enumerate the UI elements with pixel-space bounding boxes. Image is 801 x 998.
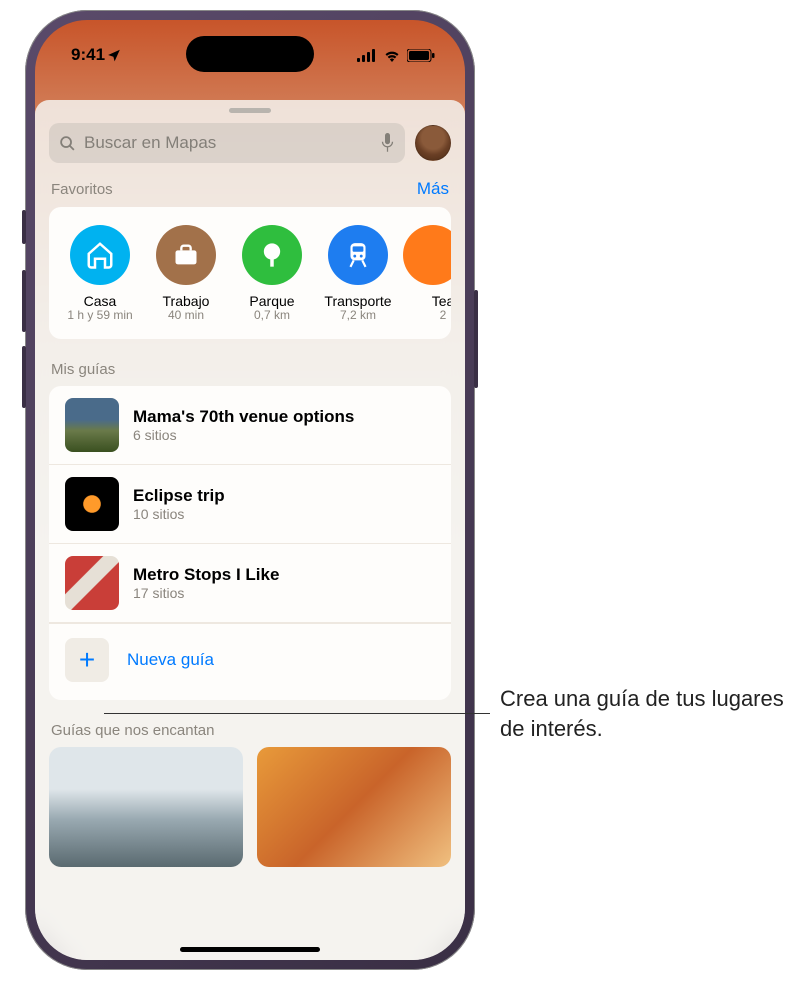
new-guide-label: Nueva guía [127,650,214,670]
briefcase-icon [156,225,216,285]
masks-icon [403,225,451,285]
plus-icon: + [65,638,109,682]
guide-thumbnail [65,477,119,531]
phone-frame: 9:41 Buscar en Mapas Favoritos [25,10,475,970]
search-icon [59,135,76,152]
favorite-partial[interactable]: Tea 2 [403,225,451,323]
favorite-sub: 7,2 km [340,309,376,323]
callout-line [104,713,490,714]
loved-guide-tile[interactable] [257,747,451,867]
status-time: 9:41 [71,45,105,65]
home-indicator[interactable] [180,947,320,952]
favorites-row[interactable]: Casa 1 h y 59 min Trabajo 40 min [49,207,451,339]
favorites-card: Casa 1 h y 59 min Trabajo 40 min [49,207,451,339]
new-guide-button[interactable]: + Nueva guía [49,623,451,700]
favorites-more-button[interactable]: Más [417,179,449,199]
volume-up-button [22,270,26,332]
favorites-header: Favoritos Más [49,179,451,207]
wifi-icon [383,49,401,62]
silent-switch [22,210,26,244]
favorite-label: Casa [84,293,117,309]
guide-subtitle: 6 sitios [133,427,354,443]
search-sheet: Buscar en Mapas Favoritos Más Casa 1 h [35,100,465,960]
favorite-label: Trabajo [163,293,210,309]
loved-title: Guías que nos encantan [51,722,214,739]
favorite-work[interactable]: Trabajo 40 min [145,225,227,323]
favorites-title: Favoritos [51,181,113,198]
loved-header: Guías que nos encantan [49,722,451,747]
guide-item[interactable]: Metro Stops I Like 17 sitios [49,544,451,623]
guide-title: Eclipse trip [133,486,225,506]
train-icon [328,225,388,285]
favorite-sub: 40 min [168,309,204,323]
phone-screen: 9:41 Buscar en Mapas Favoritos [35,20,465,960]
home-icon [70,225,130,285]
favorite-label: Parque [249,293,294,309]
guide-thumbnail [65,556,119,610]
battery-icon [407,49,435,62]
search-placeholder: Buscar en Mapas [84,133,372,153]
volume-down-button [22,346,26,408]
favorite-label: Transporte [324,293,391,309]
favorite-park[interactable]: Parque 0,7 km [231,225,313,323]
search-input[interactable]: Buscar en Mapas [49,123,405,163]
sheet-grabber[interactable] [229,108,271,113]
cellular-icon [357,49,377,62]
tree-icon [242,225,302,285]
guide-thumbnail [65,398,119,452]
callout-text: Crea una guía de tus lugares de interés. [500,684,790,743]
favorite-sub: 0,7 km [254,309,290,323]
guide-title: Mama's 70th venue options [133,407,354,427]
side-button [474,290,478,388]
guides-header: Mis guías [49,361,451,386]
guide-subtitle: 10 sitios [133,506,225,522]
location-arrow-icon [107,48,121,62]
guides-card: Mama's 70th venue options 6 sitios Eclip… [49,386,451,700]
guide-subtitle: 17 sitios [133,585,279,601]
microphone-icon[interactable] [380,133,395,153]
favorite-sub: 2 [440,309,447,323]
guides-title: Mis guías [51,361,115,378]
loved-guide-tile[interactable] [49,747,243,867]
avatar[interactable] [415,125,451,161]
favorite-label: Tea [432,293,451,309]
favorite-transit[interactable]: Transporte 7,2 km [317,225,399,323]
favorite-home[interactable]: Casa 1 h y 59 min [59,225,141,323]
guide-item[interactable]: Eclipse trip 10 sitios [49,465,451,544]
favorite-sub: 1 h y 59 min [67,309,132,323]
dynamic-island [186,36,314,72]
guide-item[interactable]: Mama's 70th venue options 6 sitios [49,386,451,465]
guide-title: Metro Stops I Like [133,565,279,585]
loved-guides-row[interactable] [49,747,451,867]
